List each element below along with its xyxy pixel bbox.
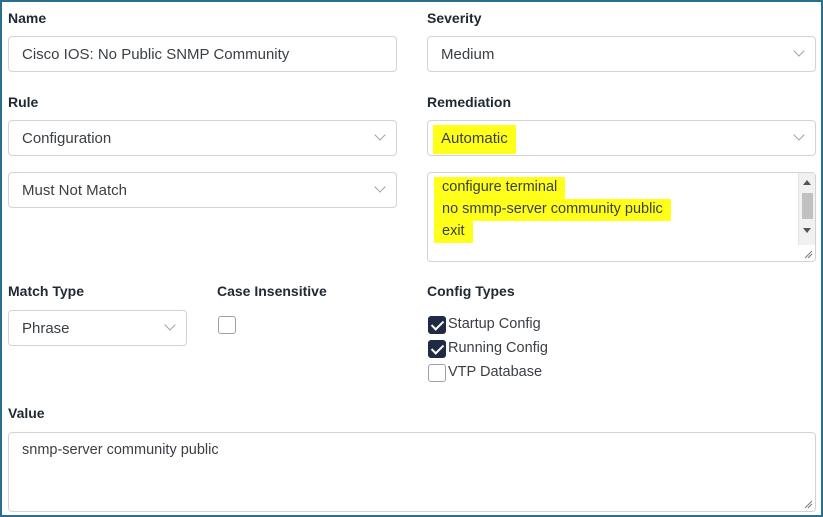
severity-label: Severity xyxy=(427,10,482,26)
remediation-command-line: configure terminal xyxy=(434,177,566,199)
match-type-value: Phrase xyxy=(22,320,70,337)
vtp-database-label: VTP Database xyxy=(448,364,543,380)
value-label: Value xyxy=(8,405,45,421)
match-type-select[interactable]: Phrase xyxy=(8,310,187,346)
name-label: Name xyxy=(8,10,47,26)
case-insensitive-checkbox[interactable] xyxy=(218,316,236,334)
scroll-up-icon[interactable] xyxy=(803,180,811,185)
resize-handle-icon[interactable] xyxy=(803,499,813,509)
rule-match-select[interactable]: Must Not Match xyxy=(8,172,397,208)
remediation-scrollbar[interactable] xyxy=(798,173,815,245)
scroll-down-icon[interactable] xyxy=(803,228,811,233)
value-textarea[interactable]: snmp-server community public xyxy=(8,432,816,512)
value-text: snmp-server community public xyxy=(22,442,219,458)
rule-label: Rule xyxy=(8,94,39,110)
remediation-command-line: no smmp-server community public xyxy=(434,199,671,221)
resize-handle-icon[interactable] xyxy=(803,249,813,259)
chevron-down-icon xyxy=(164,319,176,331)
rule-editor-form: Name Cisco IOS: No Public SNMP Community… xyxy=(0,0,823,517)
rule-type-select[interactable]: Configuration xyxy=(8,120,397,156)
remediation-mode-value: Automatic xyxy=(433,125,516,154)
rule-type-value: Configuration xyxy=(22,130,112,147)
remediation-commands: configure terminal no smmp-server commun… xyxy=(434,177,671,243)
chevron-down-icon xyxy=(374,181,386,193)
startup-config-checkbox[interactable] xyxy=(428,316,446,334)
remediation-command-line: exit xyxy=(434,221,473,243)
scrollbar-thumb[interactable] xyxy=(802,193,813,219)
name-input[interactable]: Cisco IOS: No Public SNMP Community xyxy=(8,36,397,72)
chevron-down-icon xyxy=(374,129,386,141)
match-type-label: Match Type xyxy=(8,283,84,299)
remediation-mode-value-wrap: Automatic xyxy=(433,125,516,154)
name-input-value: Cisco IOS: No Public SNMP Community xyxy=(22,46,290,63)
chevron-down-icon xyxy=(793,129,805,141)
config-types-label: Config Types xyxy=(427,283,515,299)
startup-config-label: Startup Config xyxy=(448,316,541,332)
remediation-label: Remediation xyxy=(427,94,512,110)
vtp-database-checkbox[interactable] xyxy=(428,364,446,382)
case-insensitive-label: Case Insensitive xyxy=(217,283,327,299)
remediation-mode-select[interactable]: Automatic xyxy=(427,120,816,156)
chevron-down-icon xyxy=(793,45,805,57)
remediation-commands-textarea[interactable]: configure terminal no smmp-server commun… xyxy=(427,172,816,262)
running-config-checkbox[interactable] xyxy=(428,340,446,358)
severity-select[interactable]: Medium xyxy=(427,36,816,72)
severity-select-value: Medium xyxy=(441,46,495,63)
running-config-label: Running Config xyxy=(448,340,548,356)
rule-match-value: Must Not Match xyxy=(22,182,128,199)
